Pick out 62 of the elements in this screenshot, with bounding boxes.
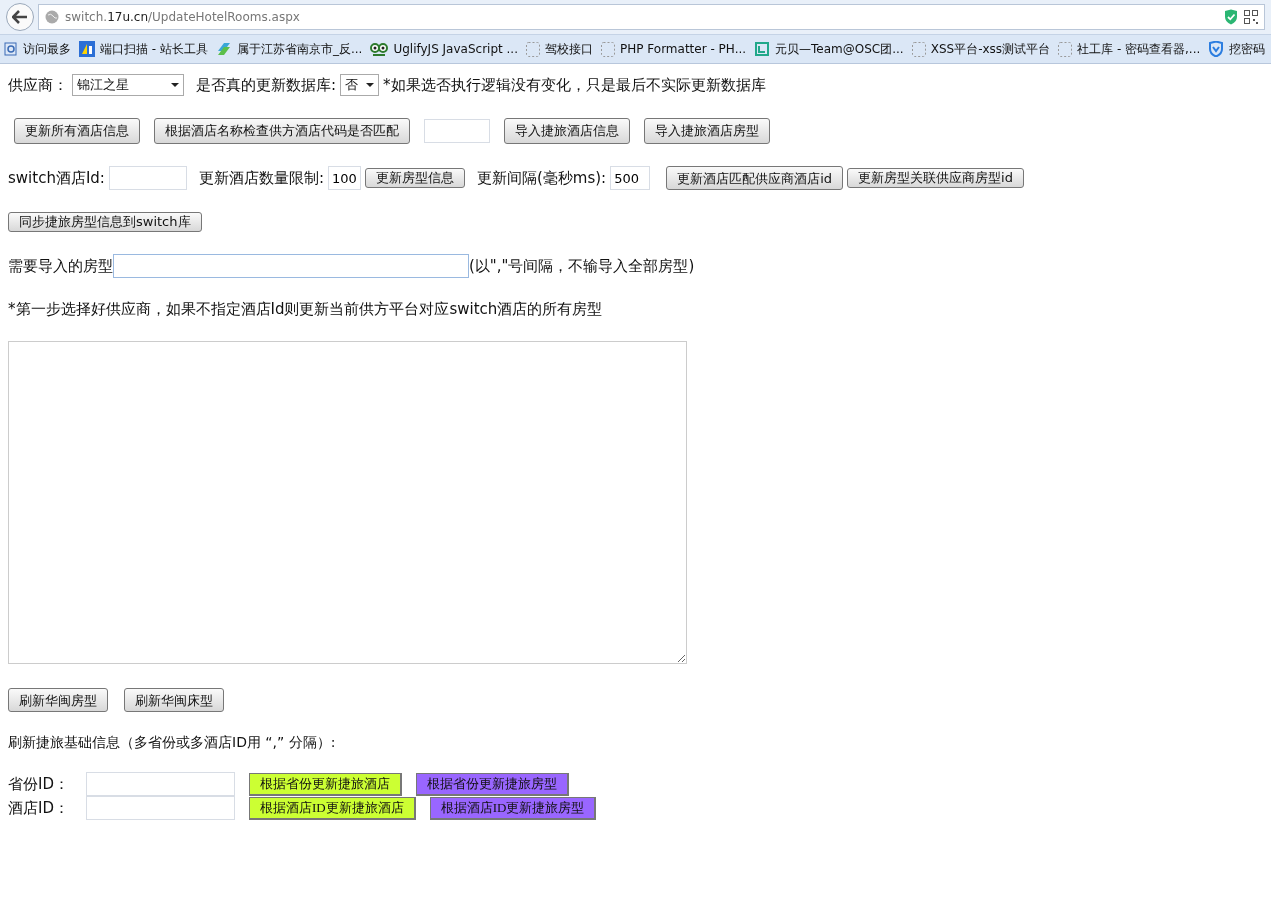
update-button[interactable]: 根据酒店ID更新捷旅酒店 xyxy=(249,796,416,820)
shield-icon xyxy=(1208,41,1225,57)
qr-code-icon[interactable] xyxy=(1244,10,1258,24)
match-hotel-button[interactable]: 更新酒店匹配供应商酒店id xyxy=(666,166,843,190)
output-textarea[interactable] xyxy=(8,341,687,664)
bookmark-item[interactable]: 社工库 - 密码查看器,... xyxy=(1058,40,1201,58)
update-button[interactable]: 根据酒店ID更新捷旅房型 xyxy=(429,796,597,820)
shield-check-icon[interactable] xyxy=(1224,9,1238,25)
blank-page-icon xyxy=(1058,41,1073,57)
back-button[interactable] xyxy=(6,3,34,31)
step-note: *第一步选择好供应商，如果不指定酒店Id则更新当前供方平台对应switch酒店的所有房型 xyxy=(8,300,603,319)
id-field[interactable] xyxy=(86,772,235,796)
bookmark-item[interactable]: 属于江苏省南京市_反... xyxy=(215,40,363,58)
limit-label: 更新酒店数量限制: xyxy=(198,168,324,188)
interval-label: 更新间隔(毫秒ms): xyxy=(476,168,607,188)
section-title: 刷新捷旅基础信息（多省份或多酒店ID用 “,” 分隔）: xyxy=(8,734,336,752)
hotel-id-field[interactable] xyxy=(108,166,187,190)
bracket-icon xyxy=(754,41,771,57)
bookmark-item[interactable]: 挖密码 xyxy=(1208,40,1266,58)
hotel-id-label: switch酒店Id: xyxy=(8,168,105,188)
refresh-button[interactable]: 刷新华闽床型 xyxy=(124,688,224,712)
globe-icon xyxy=(45,10,59,24)
arrows-icon xyxy=(215,41,232,57)
id-field[interactable] xyxy=(86,796,235,820)
note-text: *如果选否执行逻辑没有变化，只是最后不实际更新数据库 xyxy=(383,75,766,95)
action-button[interactable]: 根据酒店名称检查供方酒店代码是否匹配 xyxy=(154,118,410,144)
bookmark-item[interactable]: 驾校接口 xyxy=(526,40,593,58)
update-button[interactable]: 根据省份更新捷旅房型 xyxy=(416,772,569,796)
chart-icon xyxy=(79,41,95,57)
blank-page-icon xyxy=(601,41,615,57)
supplier-dropdown[interactable]: 锦江之星 xyxy=(72,74,184,96)
real-update-dropdown[interactable]: 否 xyxy=(340,74,380,96)
bookmark-item[interactable]: PHP Formatter - PH... xyxy=(601,41,747,57)
action-button[interactable]: 更新所有酒店信息 xyxy=(14,118,140,144)
sync-button[interactable]: 同步捷旅房型信息到switch库 xyxy=(8,212,202,232)
owl-icon xyxy=(370,41,389,57)
bookmark-item[interactable]: UglifyJS JavaScript ... xyxy=(370,41,518,57)
room-types-hint: (以","号间隔，不输导入全部房型) xyxy=(469,256,695,276)
update-rooms-button[interactable]: 更新房型信息 xyxy=(364,168,465,188)
id-label: 酒店ID： xyxy=(8,798,70,818)
blank-page-icon xyxy=(911,41,926,57)
limit-field[interactable]: 100 xyxy=(327,166,361,190)
interval-field[interactable]: 500 xyxy=(610,166,651,190)
back-arrow-icon xyxy=(12,10,28,24)
blank-page-icon xyxy=(526,41,540,57)
update-button[interactable]: 根据省份更新捷旅酒店 xyxy=(249,772,402,796)
address-field[interactable]: switch.17u.cn/UpdateHotelRooms.aspx xyxy=(38,4,1265,30)
import-button[interactable]: 导入捷旅酒店房型 xyxy=(644,118,770,144)
input-field[interactable] xyxy=(424,119,490,143)
bookmark-item[interactable]: 端口扫描 - 站长工具 xyxy=(79,40,208,58)
import-button[interactable]: 导入捷旅酒店信息 xyxy=(504,118,630,144)
bookmark-item[interactable]: XSS平台-xss测试平台 xyxy=(911,40,1051,58)
id-label: 省份ID： xyxy=(8,774,70,794)
room-types-field[interactable] xyxy=(113,254,469,278)
real-update-label: 是否真的更新数据库: xyxy=(196,75,337,95)
room-types-label: 需要导入的房型 xyxy=(8,256,113,276)
bookmark-item[interactable]: 访问最多 xyxy=(4,40,71,58)
supplier-label: 供应商： xyxy=(8,75,68,95)
refresh-button[interactable]: 刷新华闽房型 xyxy=(8,688,108,712)
page-icon xyxy=(4,42,18,56)
bookmark-item[interactable]: 元贝—Team@OSC团... xyxy=(754,40,904,58)
link-room-button[interactable]: 更新房型关联供应商房型id xyxy=(847,168,1024,188)
